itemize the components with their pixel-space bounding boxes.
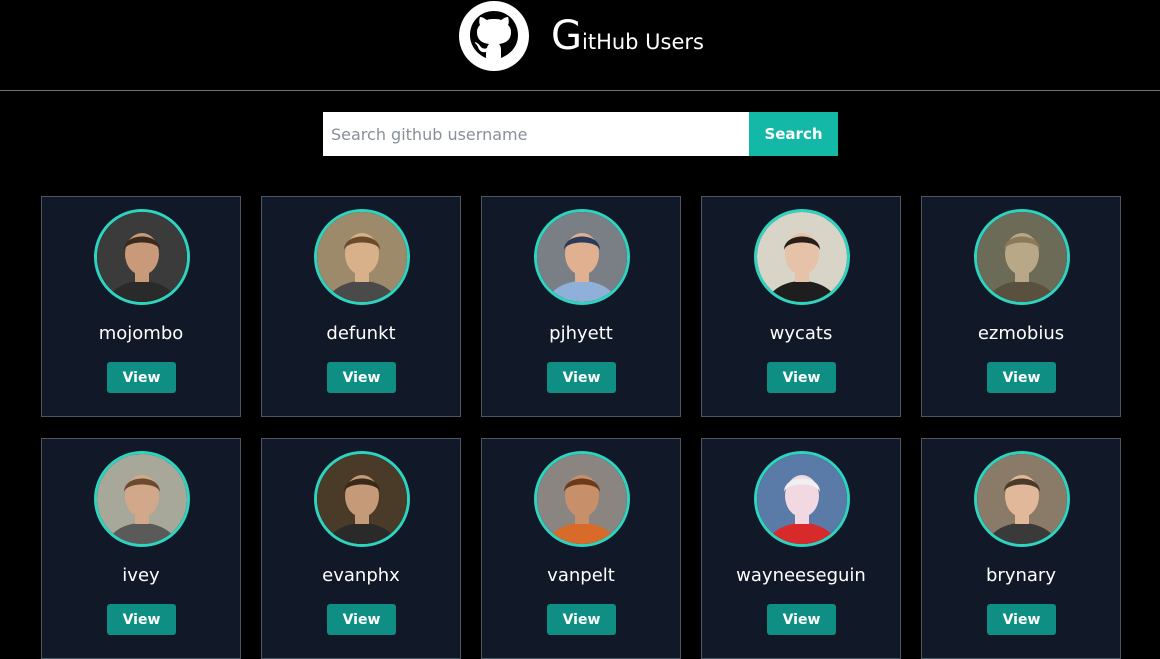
username: pjhyett [549, 323, 613, 344]
view-profile-button[interactable]: View [107, 362, 176, 393]
view-profile-button[interactable]: View [327, 362, 396, 393]
view-profile-button[interactable]: View [987, 362, 1056, 393]
user-grid: mojombo View defunkt View pjhyett View wycats V… [41, 196, 1121, 659]
user-avatar [94, 451, 190, 547]
username: defunkt [326, 323, 396, 344]
user-card: evanphx View [261, 438, 461, 659]
view-profile-button[interactable]: View [547, 604, 616, 635]
username: brynary [986, 565, 1056, 586]
user-card: wayneeseguin View [701, 438, 901, 659]
avatar-image [97, 454, 187, 544]
user-card: vanpelt View [481, 438, 681, 659]
username: ezmobius [977, 323, 1065, 344]
view-profile-button[interactable]: View [987, 604, 1056, 635]
user-avatar [754, 209, 850, 305]
user-avatar [534, 451, 630, 547]
username: wayneeseguin [736, 565, 866, 586]
user-card: pjhyett View [481, 196, 681, 417]
avatar-image [977, 212, 1067, 302]
username: ivey [122, 565, 160, 586]
view-profile-button[interactable]: View [767, 362, 836, 393]
user-avatar [314, 209, 410, 305]
user-avatar [94, 209, 190, 305]
app-title-initial: G [551, 13, 582, 59]
view-profile-button[interactable]: View [767, 604, 836, 635]
username: mojombo [98, 323, 184, 344]
search-input[interactable] [323, 112, 749, 156]
view-profile-button[interactable]: View [327, 604, 396, 635]
app-header: GitHub Users [0, 0, 1160, 91]
avatar-image [977, 454, 1067, 544]
username: wycats [769, 323, 833, 344]
username: vanpelt [547, 565, 615, 586]
avatar-image [317, 454, 407, 544]
avatar-image [537, 212, 627, 302]
avatar-image [757, 212, 847, 302]
avatar-image [97, 212, 187, 302]
avatar-image [757, 454, 847, 544]
user-card: defunkt View [261, 196, 461, 417]
user-avatar [754, 451, 850, 547]
github-octocat-icon [459, 1, 529, 71]
username: evanphx [322, 565, 400, 586]
user-avatar [974, 209, 1070, 305]
view-profile-button[interactable]: View [547, 362, 616, 393]
search-button[interactable]: Search [749, 112, 838, 156]
user-avatar [314, 451, 410, 547]
avatar-image [317, 212, 407, 302]
user-card: ezmobius View [921, 196, 1121, 417]
user-card: ivey View [41, 438, 241, 659]
user-card: wycats View [701, 196, 901, 417]
avatar-image [537, 454, 627, 544]
view-profile-button[interactable]: View [107, 604, 176, 635]
user-card: brynary View [921, 438, 1121, 659]
user-avatar [534, 209, 630, 305]
user-card: mojombo View [41, 196, 241, 417]
user-avatar [974, 451, 1070, 547]
app-title-rest: itHub Users [582, 30, 704, 54]
app-title: GitHub Users [551, 13, 704, 73]
